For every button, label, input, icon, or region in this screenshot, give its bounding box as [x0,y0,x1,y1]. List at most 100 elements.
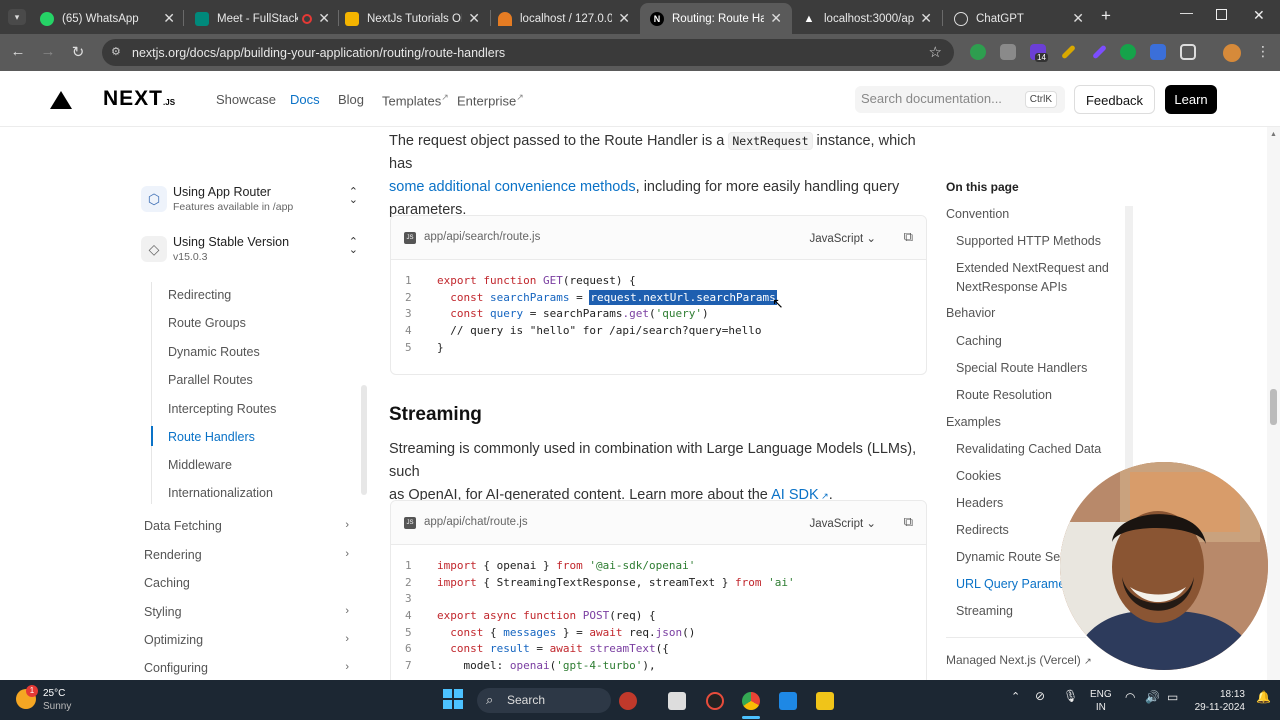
weather-widget[interactable]: 25°C Sunny [43,687,71,713]
toc-item-caching[interactable]: Caching [956,334,1002,348]
close-tab-icon[interactable]: ✕ [1072,10,1084,27]
sidebar-section-optimizing[interactable]: Optimizing › [144,633,349,647]
close-tab-icon[interactable]: ✕ [618,10,630,27]
page-scrollbar-thumb[interactable] [1270,389,1277,425]
toc-item-supported-http-methods[interactable]: Supported HTTP Methods [956,234,1101,248]
new-tab-button[interactable]: + [1101,6,1111,26]
toc-item-route-resolution[interactable]: Route Resolution [956,388,1052,402]
toc-item-headers[interactable]: Headers [956,496,1003,510]
language-indicator[interactable]: ENG IN [1090,688,1112,714]
nav-blog[interactable]: Blog [338,92,364,107]
bookmark-star-icon[interactable]: ☆ [929,43,942,61]
feedback-button[interactable]: Feedback [1074,85,1155,114]
tab-google-meet[interactable]: Meet - FullStack I ✕ [185,3,340,34]
copy-icon[interactable]: ⧉ [904,229,913,245]
router-switcher[interactable]: ⬡ Using App Router Features available in… [139,180,364,218]
app-icon[interactable] [619,692,637,710]
extension-icon[interactable] [970,44,986,60]
sidebar-section-rendering[interactable]: Rendering › [144,548,349,562]
clock[interactable]: 18:13 29-11-2024 [1191,688,1245,714]
vercel-logo-icon[interactable] [50,91,72,109]
notepad-icon[interactable] [816,692,834,710]
sidebar-item-internationalization[interactable]: Internationalization [168,486,273,500]
page-scrollbar[interactable]: ▲ [1267,127,1280,680]
windows-start-icon[interactable] [443,689,463,709]
toc-item-special-route-handlers[interactable]: Special Route Handlers [956,361,1087,375]
tray-overflow-icon[interactable]: ⌃ [1011,691,1020,704]
tab-search-button[interactable]: ▾ [8,9,26,25]
grammarly-icon[interactable] [1120,44,1136,60]
close-tab-icon[interactable]: ✕ [920,10,932,27]
selected-text[interactable]: request.nextUrl.searchParams [589,289,777,305]
nextjs-logo[interactable]: NEXT.JS [103,87,175,111]
tab-localhost-api[interactable]: ▲ localhost:3000/api/s ✕ [792,3,942,34]
toc-item-convention[interactable]: Convention [946,207,1009,221]
toc-item-examples[interactable]: Examples [946,415,1001,429]
copy-icon[interactable]: ⧉ [904,514,913,530]
sidebar-section-styling[interactable]: Styling › [144,605,349,619]
sidebar-item-dynamic-routes[interactable]: Dynamic Routes [168,345,260,359]
toc-item-behavior[interactable]: Behavior [946,306,995,320]
tab-whatsapp[interactable]: (65) WhatsApp ✕ [30,3,185,34]
taskbar-search[interactable]: ⌕ Search [477,688,611,713]
toc-item-nextresponse-apis[interactable]: NextResponse APIs [956,280,1067,294]
browser-menu-icon[interactable]: ⋮ [1256,43,1270,60]
reload-icon[interactable]: ↻ [68,43,88,61]
profile-avatar[interactable] [1223,44,1241,62]
close-tab-icon[interactable]: ✕ [318,10,330,27]
obs-icon[interactable] [706,692,724,710]
close-window-icon[interactable]: ✕ [1253,7,1265,24]
toc-item-redirects[interactable]: Redirects [956,523,1009,537]
learn-button[interactable]: Learn [1165,85,1217,114]
language-select[interactable]: JavaScript ⌄ [809,516,876,530]
sidebar-item-route-handlers[interactable]: Route Handlers [168,430,255,444]
extension-icon[interactable] [1150,44,1166,60]
notifications-icon[interactable]: 🔔 [1256,691,1271,704]
url-text[interactable]: nextjs.org/docs/app/building-your-applic… [132,46,505,60]
tab-routing-route-handlers[interactable]: N Routing: Route Hand ✕ [640,3,792,34]
language-select[interactable]: JavaScript ⌄ [809,231,876,245]
nav-showcase[interactable]: Showcase [216,92,276,107]
microphone-icon[interactable]: 🎙 [1063,690,1078,703]
chrome-icon[interactable] [742,692,760,710]
sidebar-section-configuring[interactable]: Configuring › [144,661,349,675]
toc-item-extended-nextrequest[interactable]: Extended NextRequest and [956,261,1109,275]
close-tab-icon[interactable]: ✕ [163,10,175,27]
forward-icon[interactable]: → [38,43,58,60]
sidebar-section-data-fetching[interactable]: Data Fetching › [144,519,349,533]
file-explorer-icon[interactable] [668,692,686,710]
volume-icon[interactable]: 🔊 [1145,691,1160,704]
extensions-puzzle-icon[interactable] [1180,44,1196,60]
nav-templates[interactable]: Templates↗ [382,92,449,108]
tab-chatgpt[interactable]: ChatGPT ✕ [944,3,1094,34]
back-icon[interactable]: ← [8,43,28,60]
sidebar-item-redirecting[interactable]: Redirecting [168,288,231,302]
search-input[interactable]: Search documentation... CtrlK [855,86,1065,113]
vscode-icon[interactable] [779,692,797,710]
toc-item-url-query-parameters[interactable]: URL Query Parame [956,577,1065,591]
toc-item-streaming[interactable]: Streaming [956,604,1013,618]
restore-icon[interactable] [1216,9,1227,20]
nav-docs[interactable]: Docs [290,92,320,107]
sidebar-item-parallel-routes[interactable]: Parallel Routes [168,373,253,387]
site-info-icon[interactable]: ⚙ [111,45,125,59]
battery-icon[interactable]: ▭ [1167,691,1178,704]
toc-item-dynamic-route-segments[interactable]: Dynamic Route Seg [956,550,1067,564]
close-tab-icon[interactable]: ✕ [770,10,782,27]
camera-extension-icon[interactable] [1000,44,1016,60]
wifi-icon[interactable]: ◠ [1125,691,1135,704]
address-bar[interactable]: ⚙ nextjs.org/docs/app/building-your-appl… [102,39,954,66]
sidebar-section-caching[interactable]: Caching [144,576,349,590]
sidebar-item-route-groups[interactable]: Route Groups [168,316,246,330]
toc-item-cookies[interactable]: Cookies [956,469,1001,483]
toc-item-revalidating-cached-data[interactable]: Revalidating Cached Data [956,442,1101,456]
minimize-icon[interactable]: — [1180,5,1193,20]
tab-phpmyadmin[interactable]: localhost / 127.0.0.1 ✕ [488,3,640,34]
tab-nextjs-tutorials[interactable]: NextJs Tutorials OKL ✕ [335,3,490,34]
network-off-icon[interactable]: ⊘ [1035,690,1045,703]
sidebar-item-middleware[interactable]: Middleware [168,458,232,472]
close-tab-icon[interactable]: ✕ [468,10,480,27]
version-switcher[interactable]: ◇ Using Stable Version v15.0.3 ⌃ ⌄ [139,230,364,268]
extension-badge-icon[interactable]: 14 [1030,44,1048,62]
nav-enterprise[interactable]: Enterprise↗ [457,92,524,108]
